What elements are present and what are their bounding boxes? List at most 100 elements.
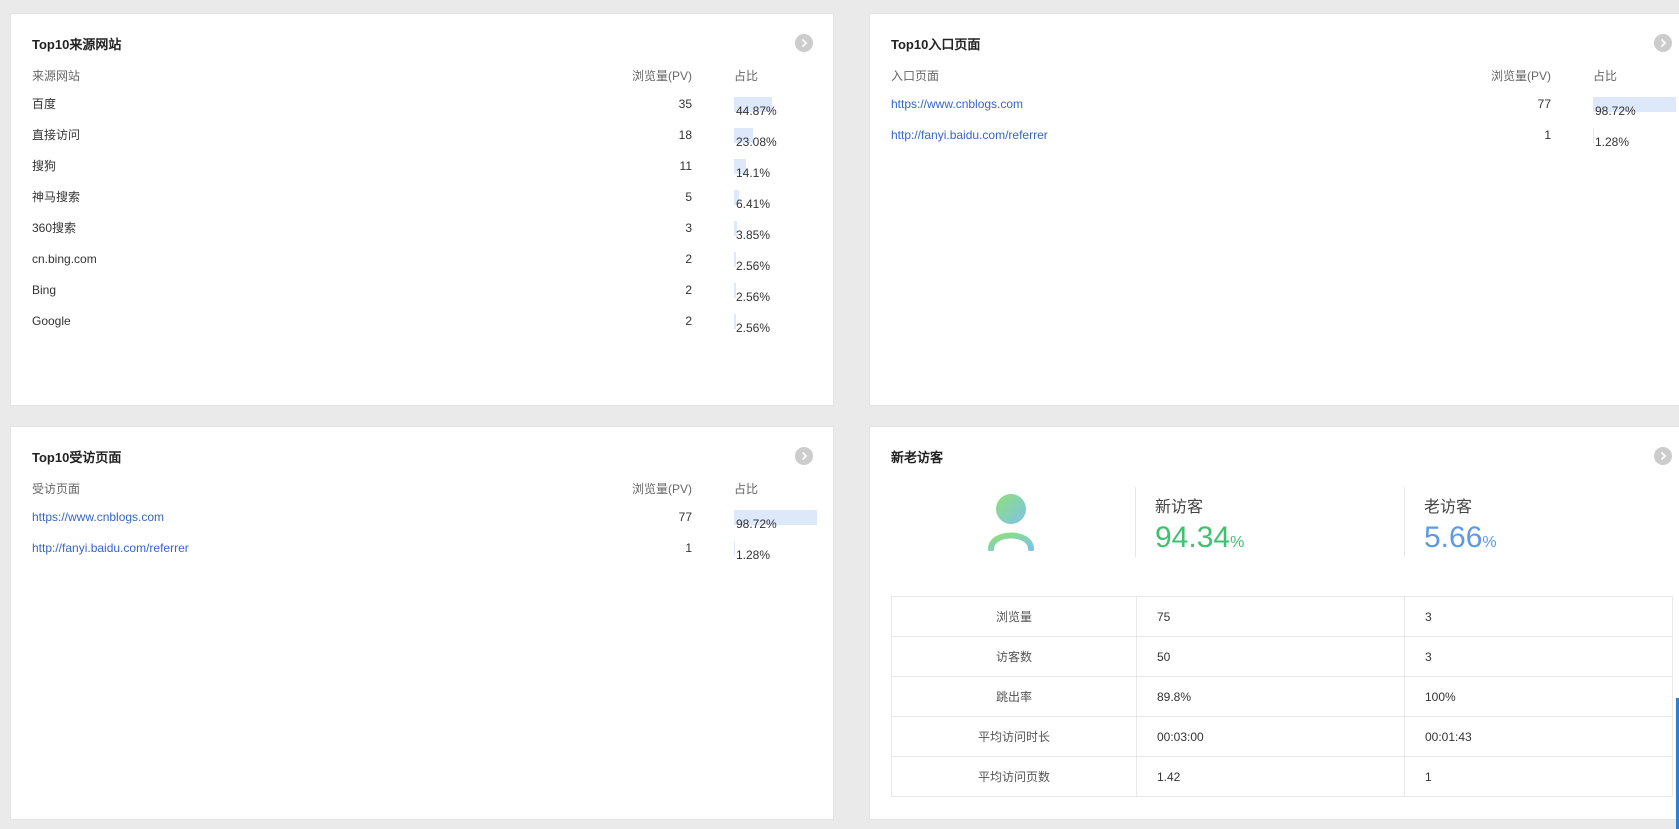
entry-pages-panel: Top10入口页面 入口页面 浏览量(PV) 占比 https://www.cn… [869, 13, 1679, 406]
pv-value: 1 [1544, 128, 1551, 142]
table-row: 搜狗 11 14.1% [32, 152, 822, 183]
ratio-value: 1.28% [1595, 135, 1630, 149]
panel-title: 新老访客 [891, 450, 944, 465]
header-name: 来源网站 [32, 69, 81, 83]
table-row: 百度 35 44.87% [32, 90, 822, 121]
table-row: 平均访问时长 00:03:00 00:01:43 [891, 716, 1673, 757]
source-name: cn.bing.com [32, 252, 97, 266]
ratio-cell: 2.56% [734, 252, 824, 273]
table-header: 受访页面 浏览量(PV) 占比 [32, 475, 822, 503]
ratio-bar [1593, 128, 1595, 143]
table-row: 访客数 50 3 [891, 636, 1673, 677]
ratio-cell: 6.41% [734, 190, 824, 211]
pv-value: 5 [685, 190, 692, 204]
ratio-value: 2.56% [736, 321, 771, 335]
pv-value: 2 [685, 283, 692, 297]
source-sites-table: 来源网站 浏览量(PV) 占比 百度 35 44.87% 直接访问 18 23.08% 搜狗… [32, 62, 822, 338]
page-link[interactable]: https://www.cnblogs.com [891, 90, 1023, 118]
visited-pages-panel: Top10受访页面 受访页面 浏览量(PV) 占比 https://www.cn… [10, 426, 834, 820]
new-visitor-label: 新访客 [1155, 499, 1204, 516]
ratio-cell: 14.1% [734, 159, 824, 180]
table-row: 神马搜索 5 6.41% [32, 183, 822, 214]
pv-value: 35 [678, 97, 692, 111]
ratio-cell: 3.85% [734, 221, 824, 242]
ratio-cell: 98.72% [1593, 97, 1679, 118]
new-visitor-cell: 89.8% [1136, 676, 1405, 717]
visitor-compare-table: 浏览量 75 3 访客数 50 3 跳出率 89.8% 100% 平均访问时长 00:03:00 00… [891, 596, 1673, 797]
ratio-cell: 1.28% [734, 541, 824, 562]
more-chevron-icon[interactable] [1654, 447, 1672, 465]
percent-sign: % [1230, 534, 1245, 551]
new-visitor-stat: 新访客 94.34% [1155, 493, 1244, 555]
source-name: 直接访问 [32, 128, 81, 142]
header-ratio: 占比 [1593, 69, 1618, 83]
pv-value: 11 [679, 159, 692, 173]
page-link[interactable]: http://fanyi.baidu.com/referrer [891, 121, 1048, 149]
entry-pages-table: 入口页面 浏览量(PV) 占比 https://www.cnblogs.com 7… [891, 62, 1679, 152]
more-chevron-icon[interactable] [795, 34, 813, 52]
header-name: 受访页面 [32, 482, 81, 496]
old-visitor-cell: 100% [1404, 676, 1673, 717]
panel-title: Top10受访页面 [32, 450, 122, 465]
metric-label: 平均访问时长 [891, 716, 1137, 757]
old-visitor-cell: 00:01:43 [1404, 716, 1673, 757]
new-visitor-cell: 00:03:00 [1136, 716, 1405, 757]
source-name: Bing [32, 283, 57, 297]
table-header: 来源网站 浏览量(PV) 占比 [32, 62, 822, 90]
table-row: 直接访问 18 23.08% [32, 121, 822, 152]
old-visitor-cell: 1 [1404, 756, 1673, 797]
table-row: Bing 2 2.56% [32, 276, 822, 307]
header-ratio: 占比 [734, 482, 759, 496]
pv-value: 1 [685, 541, 692, 555]
visited-pages-table: 受访页面 浏览量(PV) 占比 https://www.cnblogs.com 7… [32, 475, 822, 565]
old-visitor-cell: 3 [1404, 596, 1673, 637]
pv-value: 2 [685, 314, 692, 328]
page-link[interactable]: https://www.cnblogs.com [32, 503, 164, 531]
more-chevron-icon[interactable] [1654, 34, 1672, 52]
source-sites-panel: Top10来源网站 来源网站 浏览量(PV) 占比 百度 35 44.87% 直接访问… [10, 13, 834, 406]
ratio-cell: 98.72% [734, 510, 824, 531]
ratio-bar [734, 541, 736, 556]
table-row: http://fanyi.baidu.com/referrer 1 1.28% [891, 121, 1679, 152]
table-row: https://www.cnblogs.com 77 98.72% [32, 503, 822, 534]
new-old-visitors-panel: 新老访客 新访客 94.34% 老访客 5.66% 浏览量 75 3 访客数 5… [869, 426, 1679, 820]
source-name: Google [32, 314, 71, 328]
page-link[interactable]: http://fanyi.baidu.com/referrer [32, 534, 189, 562]
source-name: 百度 [32, 97, 57, 111]
table-row: https://www.cnblogs.com 77 98.72% [891, 90, 1679, 121]
table-row: cn.bing.com 2 2.56% [32, 245, 822, 276]
table-header: 入口页面 浏览量(PV) 占比 [891, 62, 1679, 90]
header-ratio: 占比 [734, 69, 759, 83]
pv-value: 2 [685, 252, 692, 266]
ratio-value: 1.28% [736, 548, 771, 562]
ratio-cell: 2.56% [734, 314, 824, 335]
header-name: 入口页面 [891, 69, 940, 83]
old-visitor-number: 5.66 [1424, 521, 1483, 554]
table-row: http://fanyi.baidu.com/referrer 1 1.28% [32, 534, 822, 565]
old-visitor-value: 5.66% [1424, 521, 1497, 555]
source-name: 360搜索 [32, 221, 77, 235]
new-visitor-number: 94.34 [1155, 521, 1231, 554]
divider [1135, 487, 1136, 557]
source-name: 搜狗 [32, 159, 57, 173]
new-visitor-cell: 1.42 [1136, 756, 1405, 797]
divider [1404, 487, 1405, 557]
old-visitor-stat: 老访客 5.66% [1424, 493, 1497, 555]
table-row: 跳出率 89.8% 100% [891, 676, 1673, 717]
table-row: 浏览量 75 3 [891, 596, 1673, 637]
ratio-cell: 2.56% [734, 283, 824, 304]
pv-value: 18 [678, 128, 692, 142]
table-row: Google 2 2.56% [32, 307, 822, 338]
ratio-cell: 44.87% [734, 97, 824, 118]
panel-title: Top10入口页面 [891, 37, 981, 52]
user-avatar-icon [986, 493, 1036, 552]
visitor-summary: 新访客 94.34% 老访客 5.66% [870, 487, 1679, 559]
more-chevron-icon[interactable] [795, 447, 813, 465]
panel-title: Top10来源网站 [32, 37, 122, 52]
source-name: 神马搜索 [32, 190, 81, 204]
old-visitor-label: 老访客 [1424, 499, 1473, 516]
table-row: 360搜索 3 3.85% [32, 214, 822, 245]
header-pv: 浏览量(PV) [1490, 69, 1551, 83]
pv-value: 77 [678, 510, 692, 524]
pv-value: 3 [685, 221, 692, 235]
